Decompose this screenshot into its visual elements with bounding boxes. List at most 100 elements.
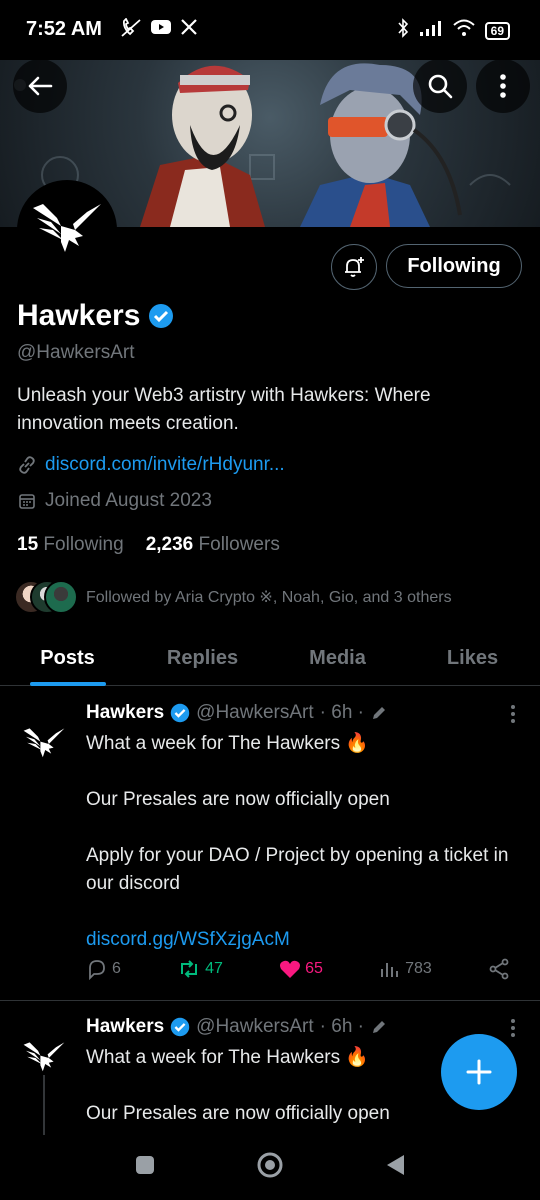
search-icon <box>428 74 453 99</box>
tweet-line: Our Presales are now officially open <box>86 1103 390 1124</box>
right-character-art <box>300 63 462 227</box>
repost-button[interactable]: 47 <box>177 958 223 980</box>
tweet[interactable]: Hawkers @HawkersArt · 6h · What a week f… <box>0 700 540 1000</box>
joined-date: Joined August 2023 <box>17 490 212 512</box>
link-icon <box>19 456 35 474</box>
followed-by-avatars <box>14 580 78 614</box>
muted-call-icon <box>120 17 142 43</box>
verified-badge-icon <box>170 703 190 723</box>
followers-stat[interactable]: 2,236 Followers <box>146 534 280 556</box>
tweet-avatar[interactable] <box>18 718 70 770</box>
verified-badge-icon <box>170 1017 190 1037</box>
edited-pencil-icon <box>373 707 386 719</box>
recents-button[interactable] <box>134 1154 156 1181</box>
following-button[interactable]: Following <box>386 244 522 288</box>
more-options-button[interactable] <box>476 59 530 113</box>
back-button[interactable] <box>13 59 67 113</box>
joined-date-text: Joined August 2023 <box>45 490 212 511</box>
search-button[interactable] <box>413 59 467 113</box>
left-character-art <box>140 65 265 227</box>
status-time: 7:52 AM <box>26 18 102 40</box>
circle-home-icon <box>257 1152 283 1178</box>
signal-icon <box>419 19 443 42</box>
more-vertical-icon <box>511 1019 515 1037</box>
tweet-time: · 6h · <box>319 702 365 723</box>
back-nav-button[interactable] <box>384 1153 406 1182</box>
repost-count: 47 <box>205 960 223 977</box>
tab-posts[interactable]: Posts <box>0 632 135 686</box>
home-button[interactable] <box>256 1151 284 1184</box>
tweet-author-name[interactable]: Hawkers <box>86 702 164 724</box>
calendar-icon <box>19 494 35 509</box>
x-logo-icon <box>180 18 198 43</box>
reply-icon <box>89 960 105 980</box>
notifications-toggle-button[interactable] <box>331 244 377 290</box>
profile-link[interactable]: discord.com/invite/rHdyunr... <box>17 454 285 476</box>
profile-tabs: Posts Replies Media Likes <box>0 632 540 686</box>
avatar <box>44 580 78 614</box>
system-navigation-bar <box>0 1135 540 1200</box>
followers-label: Followers <box>198 534 280 555</box>
profile-bio: Unleash your Web3 artistry with Hawkers:… <box>17 385 431 434</box>
compose-post-button[interactable] <box>441 1034 517 1110</box>
share-icon <box>489 958 509 980</box>
youtube-icon <box>150 18 172 43</box>
tweet-line: Apply for your DAO / Project by opening … <box>86 845 509 894</box>
tweet-header: Hawkers @HawkersArt · 6h · <box>86 702 388 724</box>
hawk-logo-icon <box>33 204 101 252</box>
tweet-author-handle[interactable]: @HawkersArt <box>196 1016 313 1038</box>
tweet-header: Hawkers @HawkersArt · 6h · <box>86 1016 388 1038</box>
followed-by-row[interactable]: Followed by Aria Crypto ※, Noah, Gio, an… <box>14 580 452 614</box>
hawk-logo-icon <box>23 728 65 758</box>
battery-indicator: 69 <box>484 21 510 40</box>
edited-pencil-icon <box>373 1021 386 1033</box>
tab-media[interactable]: Media <box>270 632 405 685</box>
wifi-icon <box>452 19 475 42</box>
system-icons: 69 <box>397 18 510 43</box>
repost-icon <box>181 960 198 978</box>
views-button[interactable]: 783 <box>379 959 432 979</box>
tweet-link[interactable]: discord.gg/WSfXzjgAcM <box>86 926 516 954</box>
tab-replies[interactable]: Replies <box>135 632 270 685</box>
square-icon <box>136 1156 154 1174</box>
views-chart-icon <box>381 963 399 977</box>
profile-name-row: Hawkers <box>17 299 174 333</box>
following-count: 15 <box>17 534 39 555</box>
tweet-author-name[interactable]: Hawkers <box>86 1016 164 1038</box>
tweet-author-handle[interactable]: @HawkersArt <box>196 702 313 724</box>
tweet-time: · 6h · <box>319 1016 365 1037</box>
like-button[interactable]: 65 <box>279 959 323 979</box>
thread-line <box>43 1075 45 1135</box>
more-vertical-icon <box>511 705 515 723</box>
heart-icon <box>280 960 301 978</box>
bluetooth-icon <box>397 18 409 43</box>
bell-plus-icon <box>345 257 364 277</box>
reply-button[interactable]: 6 <box>86 958 121 980</box>
tab-likes[interactable]: Likes <box>405 632 540 685</box>
notification-icons <box>120 17 198 43</box>
profile-avatar[interactable] <box>17 180 117 280</box>
more-vertical-icon <box>500 74 506 98</box>
views-count: 783 <box>405 960 432 977</box>
followers-count: 2,236 <box>145 534 194 555</box>
plus-icon <box>466 1059 492 1085</box>
profile-link-text[interactable]: discord.com/invite/rHdyunr... <box>45 454 285 476</box>
tweet-more-button[interactable] <box>510 704 516 730</box>
arrow-left-icon <box>28 76 53 96</box>
following-stat[interactable]: 15 Following <box>17 534 124 556</box>
follow-stats: 15 Following 2,236 Followers <box>17 534 280 556</box>
following-label: Following <box>43 534 124 555</box>
hawk-logo-icon <box>23 1042 65 1072</box>
tweet-line: Our Presales are now officially open <box>86 789 390 810</box>
status-bar: 7:52 AM 69 <box>0 0 540 60</box>
tweet-actions: 6 47 65 783 <box>86 958 510 980</box>
triangle-back-icon <box>387 1155 404 1175</box>
share-button[interactable] <box>488 958 510 980</box>
tweet-more-button[interactable] <box>510 1018 516 1044</box>
profile-name: Hawkers <box>17 299 141 332</box>
tweet-divider <box>0 1000 540 1001</box>
tweet-text: What a week for The Hawkers 🔥 Our Presal… <box>86 730 516 954</box>
verified-badge-icon <box>149 304 174 328</box>
reply-count: 6 <box>112 960 121 977</box>
profile-handle: @HawkersArt <box>17 342 135 363</box>
